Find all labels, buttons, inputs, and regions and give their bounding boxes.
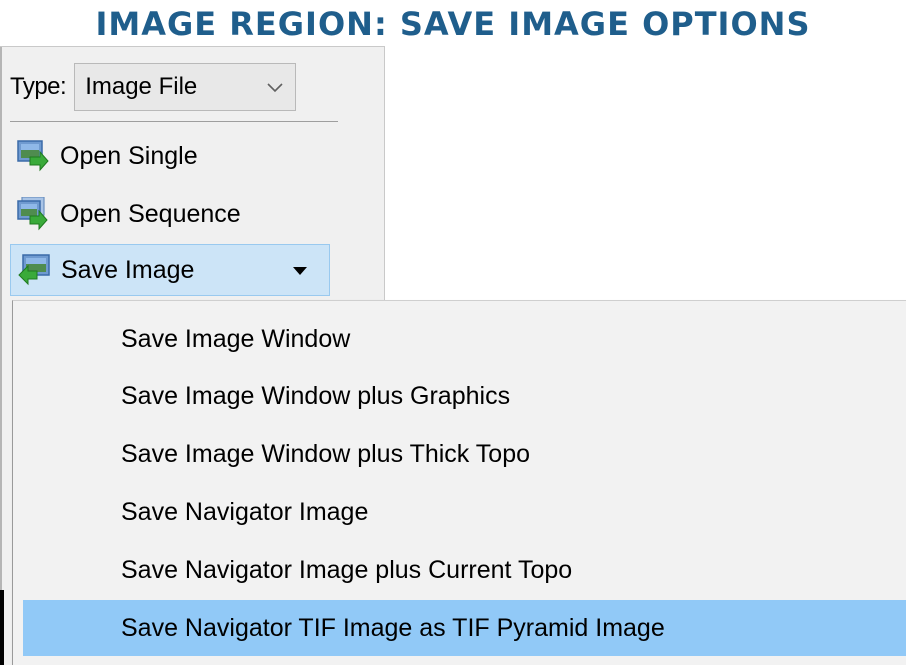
open-sequence-icon <box>17 197 48 231</box>
type-dropdown[interactable]: Image File <box>74 63 297 111</box>
type-label: Type: <box>10 73 67 100</box>
save-image-menu: Save Image Window Save Image Window plus… <box>12 300 906 665</box>
chevron-down-icon <box>267 83 283 93</box>
menu-item-save-navigator-tif-pyramid[interactable]: Save Navigator TIF Image as TIF Pyramid … <box>23 600 906 656</box>
open-single-label: Open Single <box>60 141 198 170</box>
window-edge <box>0 590 4 665</box>
menu-item-save-navigator-image[interactable]: Save Navigator Image <box>23 484 906 540</box>
save-image-label: Save Image <box>61 255 195 284</box>
panel-left-border <box>0 46 2 665</box>
type-row: Type: Image File <box>10 62 297 112</box>
dropdown-arrow-icon[interactable] <box>293 267 307 275</box>
screenshot: IMAGE REGION: SAVE IMAGE OPTIONS Type: I… <box>0 0 906 665</box>
open-image-icon <box>17 140 49 172</box>
save-image-icon <box>18 254 50 286</box>
panel-top-border <box>0 46 384 47</box>
type-selected-value: Image File <box>85 73 198 100</box>
menu-item-save-navigator-image-plus-current-topo[interactable]: Save Navigator Image plus Current Topo <box>23 542 906 598</box>
open-sequence-button[interactable]: Open Sequence <box>10 191 330 237</box>
page-title: IMAGE REGION: SAVE IMAGE OPTIONS <box>95 5 811 43</box>
menu-item-save-image-window-plus-thick-topo[interactable]: Save Image Window plus Thick Topo <box>23 426 906 482</box>
save-image-button[interactable]: Save Image <box>10 244 330 296</box>
menu-item-save-image-window-plus-graphics[interactable]: Save Image Window plus Graphics <box>23 368 906 424</box>
open-sequence-label: Open Sequence <box>60 199 241 228</box>
separator <box>10 121 338 122</box>
menu-item-save-image-window[interactable]: Save Image Window <box>23 311 906 367</box>
open-single-button[interactable]: Open Single <box>10 133 310 179</box>
